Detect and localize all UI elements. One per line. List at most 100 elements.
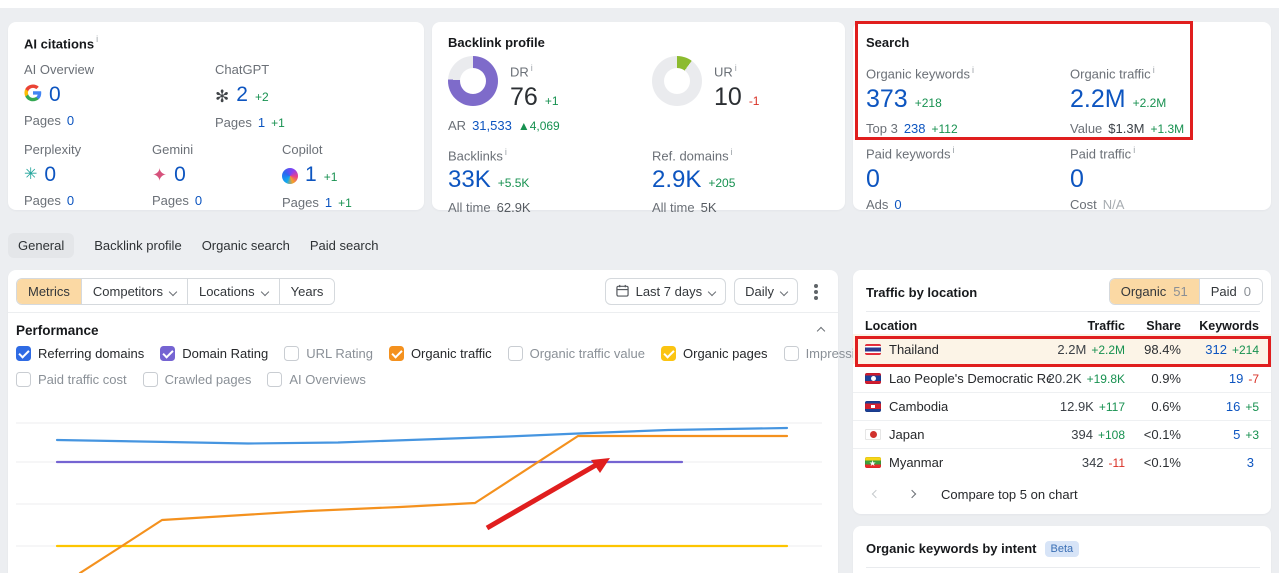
date-controls: Last 7 days Daily — [604, 278, 826, 305]
metric-checkboxes-row-1: Referring domains Domain Rating URL Rati… — [16, 344, 975, 362]
ur-donut-chart — [652, 56, 702, 106]
info-icon[interactable]: i — [96, 34, 98, 44]
beta-badge: Beta — [1044, 541, 1080, 557]
tab-organic-search[interactable]: Organic search — [202, 233, 290, 258]
collapse-section-icon[interactable] — [816, 326, 826, 336]
traffic-by-location-panel: Traffic by location Organic 51 Paid 0 Loca… — [853, 270, 1271, 514]
prev-page-button[interactable] — [865, 483, 887, 505]
granularity-button[interactable]: Daily — [734, 278, 798, 305]
performance-line-chart — [16, 422, 822, 573]
metric-paid-traffic: Paid traffic i 0 Cost N/A — [1070, 145, 1136, 213]
checkbox-ai-overviews[interactable]: AI Overviews — [267, 371, 366, 387]
checkbox-organic-pages[interactable]: Organic pages — [661, 345, 768, 361]
locations-button[interactable]: Locations — [187, 279, 280, 304]
table-row-myanmar[interactable]: Myanmar 342-11 <0.1% 3 — [853, 448, 1271, 476]
info-icon[interactable]: i — [1133, 145, 1135, 155]
metric-organic-keywords: Organic keywords i 373 +218 Top 3 238 +112 — [866, 65, 975, 137]
location-rows: Thailand 2.2M +2.2M 98.4% 312 +214 Lao Peo… — [853, 334, 1271, 476]
column-traffic: Traffic — [1087, 319, 1125, 333]
dr-donut-chart — [448, 56, 498, 106]
column-share: Share — [1146, 319, 1181, 333]
metric-gemini: Gemini ✦ 0 Pages 0 — [152, 142, 203, 208]
kebab-menu-icon — [814, 289, 818, 294]
info-icon[interactable]: i — [735, 63, 737, 73]
checkbox-icon — [16, 371, 31, 387]
checkbox-icon — [783, 345, 799, 361]
info-icon[interactable]: i — [953, 145, 955, 155]
checkbox-icon — [267, 371, 283, 387]
checkbox-icon — [160, 345, 176, 361]
column-keywords: Keywords — [1199, 319, 1259, 333]
ar-row: AR 31,533 ▲4,069 — [448, 118, 560, 133]
info-icon[interactable]: i — [505, 147, 507, 157]
keywords-by-intent-title: Organic keywords by intent Beta — [866, 540, 1080, 558]
next-page-button[interactable] — [901, 483, 923, 505]
chatgpt-icon: ✻ — [215, 86, 230, 106]
checkbox-domain-rating[interactable]: Domain Rating — [160, 345, 268, 361]
metric-backlinks: Backlinks i 33K +5.5K All time 62.9K — [448, 147, 531, 216]
metric-copilot: Copilot 1 +1 Pages 1 +1 — [282, 142, 352, 210]
metric-checkboxes-row-2: Paid traffic cost Crawled pages AI Overv… — [16, 370, 366, 388]
checkbox-crawled-pages[interactable]: Crawled pages — [142, 371, 251, 387]
metric-perplexity: Perplexity ✳ 0 Pages 0 — [24, 142, 82, 208]
perplexity-icon: ✳ — [24, 166, 38, 183]
ai-citations-card: AI citations i AI Overview 0 Pages 0 ChatG… — [8, 22, 424, 210]
gemini-icon: ✦ — [152, 165, 168, 185]
checkbox-organic-traffic-value[interactable]: Organic traffic value — [507, 345, 645, 361]
cambodia-flag-icon — [865, 401, 881, 412]
more-options-button[interactable] — [806, 278, 826, 305]
performance-panel: Metrics Competitors Locations Years Last… — [8, 270, 975, 573]
metric-paid-keywords: Paid keywords i 0 Ads 0 — [866, 145, 955, 213]
view-filter-group: Metrics Competitors Locations Years — [16, 278, 336, 305]
paid-toggle-button[interactable]: Paid 0 — [1199, 279, 1262, 304]
chevron-left-icon — [871, 489, 881, 499]
metric-dr: DR i 76 +1 — [510, 63, 559, 112]
search-card: Search Organic keywords i 373 +218 Top 32… — [853, 22, 1271, 213]
calendar-icon — [615, 284, 629, 299]
section-tabs: General Backlink profile Organic search … — [8, 232, 379, 258]
metrics-button[interactable]: Metrics — [17, 279, 82, 304]
table-row-thailand[interactable]: Thailand 2.2M +2.2M 98.4% 312 +214 — [853, 334, 1271, 364]
metric-ref-domains: Ref. domains i 2.9K +205 All time 5K — [652, 147, 736, 216]
google-g-icon — [24, 84, 42, 106]
years-button[interactable]: Years — [279, 279, 335, 304]
keywords-by-intent-panel: Organic keywords by intent Beta — [853, 526, 1271, 573]
date-range-button[interactable]: Last 7 days — [604, 278, 727, 305]
checkbox-referring-domains[interactable]: Referring domains — [16, 345, 144, 361]
backlink-profile-title: Backlink profile — [448, 35, 545, 50]
japan-flag-icon — [865, 429, 881, 440]
checkbox-url-rating[interactable]: URL Rating — [284, 345, 373, 361]
performance-section-title: Performance — [16, 323, 99, 338]
search-title: Search — [866, 35, 910, 50]
table-pagination: Compare top 5 on chart — [865, 482, 1078, 506]
info-icon[interactable]: i — [531, 63, 533, 73]
table-row-laos[interactable]: Lao People's Democratic Republic 20.2K+1… — [853, 364, 1271, 392]
annotation-arrow-line — [485, 462, 598, 531]
chevron-down-icon — [260, 287, 269, 296]
table-row-japan[interactable]: Japan 394 +108 <0.1% 5 +3 — [853, 420, 1271, 448]
checkbox-organic-traffic[interactable]: Organic traffic — [388, 345, 492, 361]
checkbox-icon — [284, 345, 300, 361]
chevron-down-icon — [707, 287, 717, 296]
metric-chatgpt: ChatGPT ✻ 2 +2 Pages 1 +1 — [215, 62, 285, 130]
performance-controls: Metrics Competitors Locations Years Last… — [8, 270, 838, 313]
divider — [866, 567, 1260, 568]
divider — [866, 311, 1260, 312]
organic-paid-toggle: Organic 51 Paid 0 — [1108, 278, 1263, 305]
info-icon[interactable]: i — [731, 147, 733, 157]
table-row-cambodia[interactable]: Cambodia 12.9K +117 0.6% 16 +5 — [853, 392, 1271, 420]
tab-general[interactable]: General — [8, 232, 75, 258]
tab-paid-search[interactable]: Paid search — [310, 233, 379, 258]
tab-backlink-profile[interactable]: Backlink profile — [94, 233, 181, 258]
ai-citations-title: AI citations i — [24, 34, 99, 52]
organic-toggle-button[interactable]: Organic 51 — [1109, 279, 1200, 304]
info-icon[interactable]: i — [972, 65, 974, 75]
checkbox-icon — [388, 345, 404, 361]
info-icon[interactable]: i — [1153, 65, 1155, 75]
checkbox-paid-traffic-cost[interactable]: Paid traffic cost — [16, 371, 127, 387]
competitors-button[interactable]: Competitors — [81, 279, 188, 304]
checkbox-icon — [507, 345, 523, 361]
chevron-down-icon — [168, 287, 178, 296]
compare-top5-label[interactable]: Compare top 5 on chart — [941, 487, 1078, 502]
traffic-by-location-title: Traffic by location — [866, 285, 978, 300]
